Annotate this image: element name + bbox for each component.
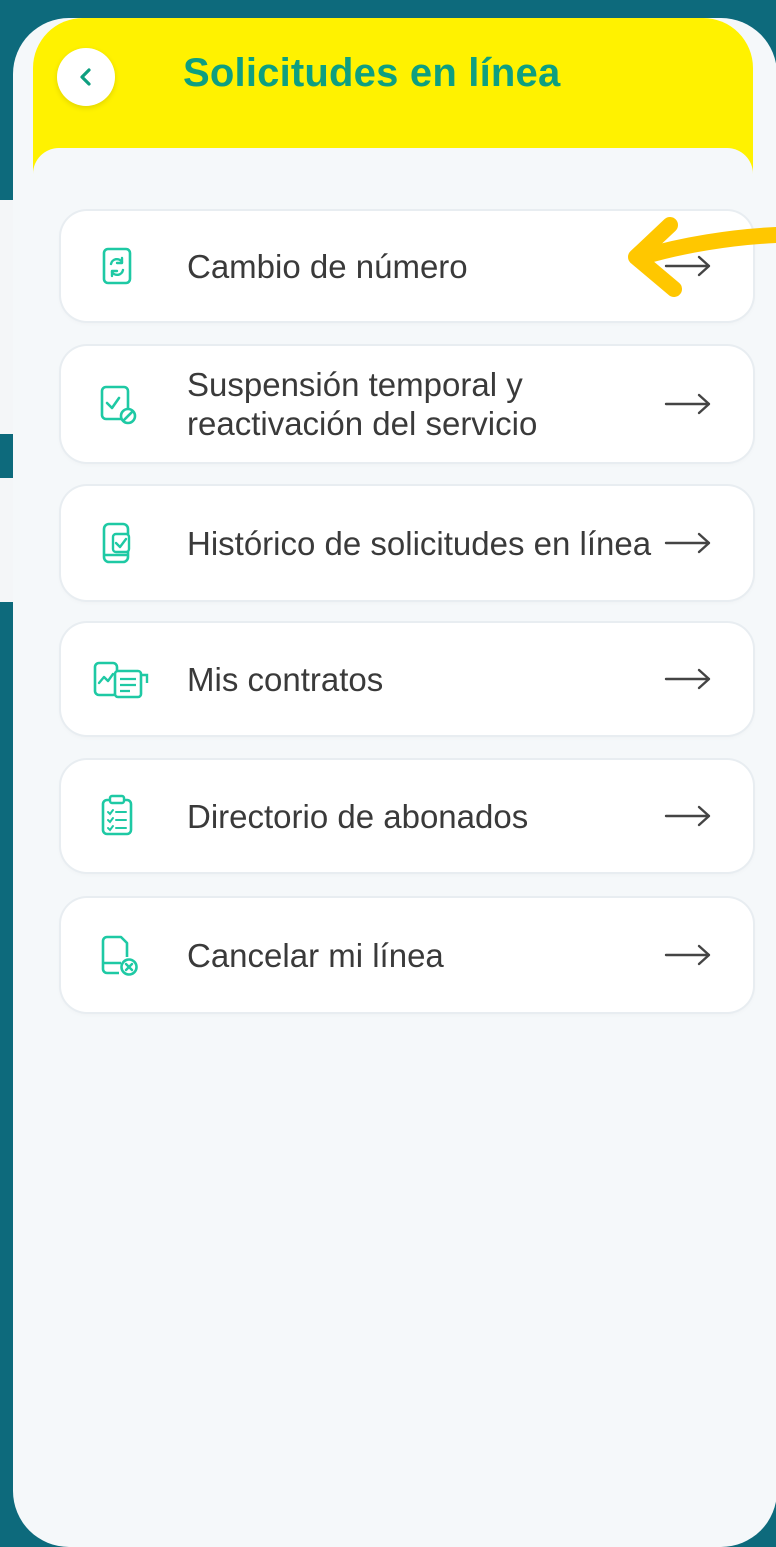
phone-swap-icon — [102, 247, 132, 285]
arrow-right-icon — [664, 944, 711, 966]
menu-item-historico[interactable]: Histórico de solicitudes en línea — [61, 486, 753, 600]
arrow-right-icon — [664, 668, 711, 690]
menu-item-label: Directorio de abonados — [187, 797, 529, 835]
pointer-arrow-icon — [628, 217, 776, 297]
back-button[interactable] — [57, 48, 115, 106]
menu-item-label: Histórico de solicitudes en línea — [187, 524, 652, 562]
mobile-history-icon — [102, 522, 131, 564]
arrow-right-icon — [664, 393, 711, 415]
menu-list: Cambio de número Suspensión temporal y r… — [33, 148, 753, 1493]
menu-item-directorio[interactable]: Directorio de abonados — [61, 760, 753, 872]
sim-cancel-icon — [101, 935, 138, 976]
menu-item-cancelar-linea[interactable]: Cancelar mi línea — [61, 898, 753, 1012]
menu-item-suspension[interactable]: Suspensión temporal y reactivación del s… — [61, 346, 753, 462]
page-title: Solicitudes en línea — [183, 51, 561, 95]
arrow-right-icon — [664, 532, 711, 554]
menu-item-label: Cambio de número — [187, 247, 468, 285]
menu-item-label: Mis contratos — [187, 660, 384, 698]
chevron-left-icon — [80, 68, 91, 86]
menu-item-label: Suspensión temporal y reactivación del s… — [187, 366, 538, 442]
document-block-icon — [100, 385, 137, 425]
menu-item-mis-contratos[interactable]: Mis contratos — [61, 623, 753, 735]
clipboard-list-icon — [101, 794, 133, 836]
arrow-right-icon — [664, 805, 711, 827]
contracts-icon — [93, 661, 149, 699]
menu-item-label: Cancelar mi línea — [187, 936, 444, 974]
